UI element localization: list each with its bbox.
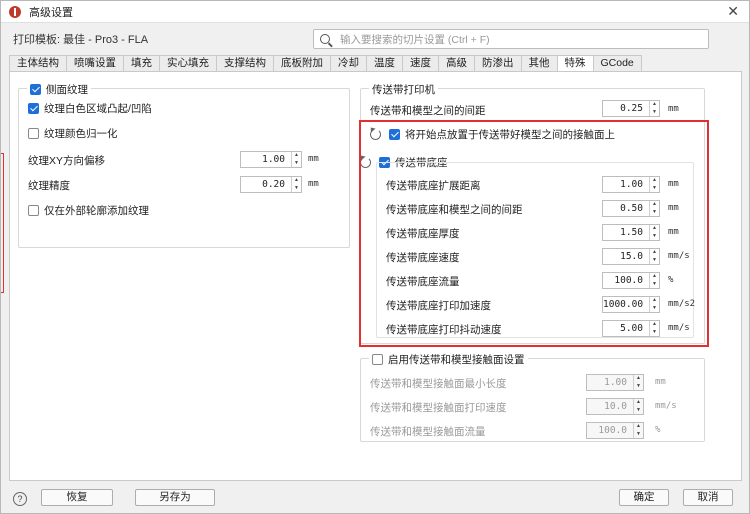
belt-gap-unit: mm: [668, 104, 679, 114]
ok-button[interactable]: 确定: [619, 489, 669, 506]
belt-printer-title: 传送带打印机: [369, 82, 438, 97]
left-edge-marker: [1, 153, 4, 293]
close-button[interactable]: ✕: [727, 3, 739, 20]
texture-white-raise-label: 纹理白色区域凸起/凹陷: [44, 103, 152, 115]
contact-checkbox[interactable]: [372, 354, 383, 365]
tab-13[interactable]: GCode: [592, 55, 642, 71]
contact-toggle[interactable]: 启用传送带和模型接触面设置: [369, 352, 528, 367]
spinner-arrows-icon[interactable]: ▲ ▼: [649, 101, 659, 116]
contact-field-value: 10.0: [604, 401, 627, 412]
texture-color-normalize-label: 纹理颜色归一化: [44, 128, 118, 140]
tab-2[interactable]: 填充: [123, 55, 160, 71]
highlight-box: [359, 120, 709, 347]
side-texture-toggle[interactable]: 侧面纹理: [27, 82, 91, 97]
spinner-arrows-icon[interactable]: ▲ ▼: [291, 177, 301, 192]
tab-11[interactable]: 其他: [520, 55, 558, 71]
spinner-arrows-icon[interactable]: ▲ ▼: [633, 375, 643, 390]
contact-field-unit: %: [655, 425, 661, 435]
belt-gap-row: 传送带和模型之间的间距: [370, 103, 486, 118]
texture-precision-label: 纹理精度: [28, 180, 70, 192]
tab-10[interactable]: 防渗出: [474, 55, 522, 71]
tab-1[interactable]: 喷嘴设置: [66, 55, 124, 71]
tab-content-special: 侧面纹理 纹理白色区域凸起/凹陷 纹理颜色归一化 纹理XY方向偏移 1.00 ▲…: [9, 71, 742, 481]
search-icon: [320, 34, 330, 44]
print-template-label: 打印模板: 最佳 - Pro3 - FLA: [13, 34, 149, 46]
contact-field-unit: mm: [655, 377, 666, 387]
tab-12[interactable]: 特殊: [556, 55, 594, 72]
side-texture-title: 侧面纹理: [46, 84, 88, 96]
outer-only-checkbox[interactable]: [28, 205, 39, 216]
help-icon[interactable]: ?: [13, 492, 27, 506]
settings-tabs: 主体结构 喷嘴设置 填充 实心填充 支撑结构 底板附加 冷却 温度 速度 高级 防渗出 其他 特殊 GCo…: [9, 55, 642, 72]
cancel-button[interactable]: 取消: [683, 489, 733, 506]
contact-field-row: 传送带和模型接触面流量: [370, 424, 486, 439]
contact-field-input[interactable]: 10.0 ▲ ▼: [586, 398, 644, 415]
tab-9[interactable]: 高级: [438, 55, 475, 71]
app-logo-icon: [9, 5, 21, 18]
belt-gap-input[interactable]: 0.25 ▲ ▼: [602, 100, 660, 117]
contact-field-row: 传送带和模型接触面最小长度: [370, 376, 507, 391]
contact-field-input[interactable]: 100.0 ▲ ▼: [586, 422, 644, 439]
texture-precision-value: 0.20: [262, 179, 285, 190]
top-bar: 打印模板: 最佳 - Pro3 - FLA 输入要搜索的切片设置 (Ctrl +…: [1, 24, 749, 54]
restore-button[interactable]: 恢复: [41, 489, 113, 506]
tab-7[interactable]: 温度: [366, 55, 403, 71]
contact-field-label: 传送带和模型接触面最小长度: [370, 378, 507, 390]
texture-white-raise-checkbox[interactable]: [28, 103, 39, 114]
texture-color-normalize-checkbox[interactable]: [28, 128, 39, 139]
texture-xy-offset-unit: mm: [308, 154, 319, 164]
tab-3[interactable]: 实心填充: [159, 55, 217, 71]
side-texture-checkbox[interactable]: [30, 84, 41, 95]
advanced-settings-window: 高级设置 ✕ 打印模板: 最佳 - Pro3 - FLA 输入要搜索的切片设置 …: [0, 0, 750, 514]
tab-0[interactable]: 主体结构: [9, 55, 67, 71]
save-as-button[interactable]: 另存为: [135, 489, 215, 506]
window-title: 高级设置: [29, 6, 73, 19]
texture-xy-offset-row: 纹理XY方向偏移: [28, 153, 105, 168]
texture-xy-offset-value: 1.00: [262, 154, 285, 165]
contact-field-input[interactable]: 1.00 ▲ ▼: [586, 374, 644, 391]
tab-5[interactable]: 底板附加: [273, 55, 331, 71]
spinner-arrows-icon[interactable]: ▲ ▼: [291, 152, 301, 167]
contact-field-label: 传送带和模型接触面打印速度: [370, 402, 507, 414]
belt-gap-label: 传送带和模型之间的间距: [370, 105, 486, 117]
search-placeholder: 输入要搜索的切片设置 (Ctrl + F): [340, 33, 490, 46]
contact-field-value: 100.0: [598, 425, 627, 436]
outer-only-option[interactable]: 仅在外部轮廓添加纹理: [28, 203, 149, 218]
outer-only-label: 仅在外部轮廓添加纹理: [44, 205, 149, 217]
texture-precision-input[interactable]: 0.20 ▲ ▼: [240, 176, 302, 193]
texture-xy-offset-label: 纹理XY方向偏移: [28, 155, 106, 167]
texture-white-raise-option[interactable]: 纹理白色区域凸起/凹陷: [28, 101, 152, 116]
spinner-arrows-icon[interactable]: ▲ ▼: [633, 399, 643, 414]
texture-precision-unit: mm: [308, 179, 319, 189]
contact-field-value: 1.00: [604, 377, 627, 388]
texture-color-normalize-option[interactable]: 纹理颜色归一化: [28, 126, 118, 141]
contact-title: 启用传送带和模型接触面设置: [388, 354, 525, 366]
contact-field-label: 传送带和模型接触面流量: [370, 426, 486, 438]
search-input[interactable]: 输入要搜索的切片设置 (Ctrl + F): [313, 29, 709, 49]
contact-field-row: 传送带和模型接触面打印速度: [370, 400, 507, 415]
tab-4[interactable]: 支撑结构: [216, 55, 274, 71]
title-bar: 高级设置 ✕: [1, 1, 749, 23]
texture-precision-row: 纹理精度: [28, 178, 70, 193]
tab-6[interactable]: 冷却: [330, 55, 367, 71]
belt-gap-value: 0.25: [620, 103, 643, 114]
bottom-bar: ? 恢复 另存为 确定 取消: [1, 485, 749, 513]
spinner-arrows-icon[interactable]: ▲ ▼: [633, 423, 643, 438]
tab-8[interactable]: 速度: [402, 55, 439, 71]
texture-xy-offset-input[interactable]: 1.00 ▲ ▼: [240, 151, 302, 168]
contact-field-unit: mm/s: [655, 401, 677, 411]
